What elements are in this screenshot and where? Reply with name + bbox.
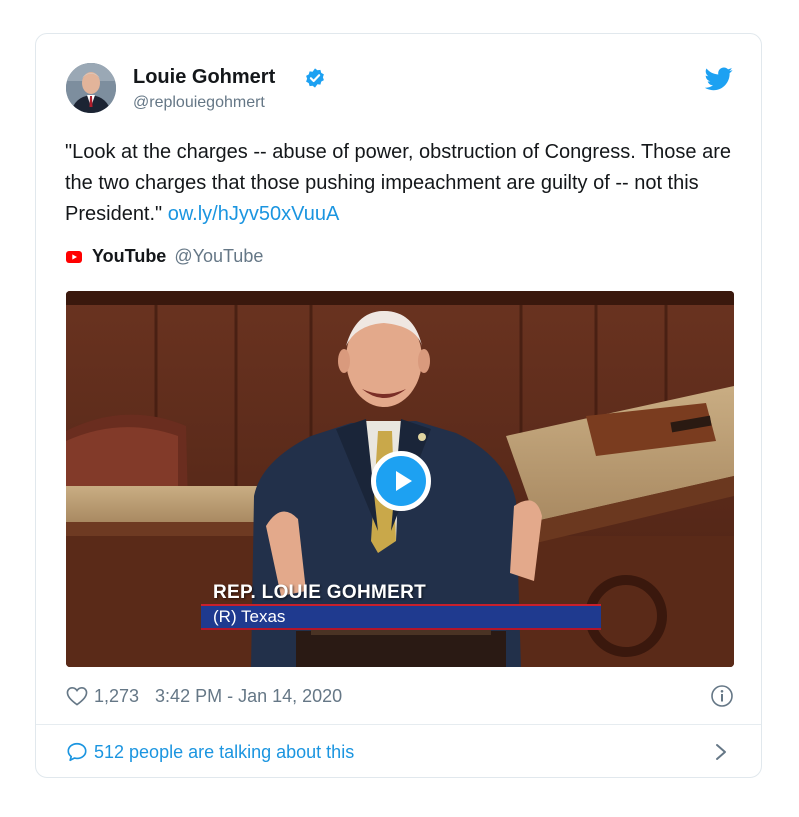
comment-icon	[67, 742, 87, 762]
tweet-meta: 1,273 3:42 PM - Jan 14, 2020	[66, 683, 734, 709]
embedded-tweet-card: Louie Gohmert @replouiegohmert "Look at …	[35, 33, 762, 778]
heart-icon[interactable]	[66, 686, 88, 706]
source-name: YouTube	[92, 246, 167, 266]
youtube-icon	[66, 250, 82, 263]
like-count[interactable]: 1,273	[94, 686, 139, 707]
chevron-right-icon	[716, 744, 726, 760]
play-icon	[396, 471, 412, 491]
tweet-timestamp[interactable]: 3:42 PM - Jan 14, 2020	[155, 686, 342, 707]
play-button[interactable]	[371, 451, 431, 511]
source-handle: @YouTube	[174, 246, 264, 266]
author-handle[interactable]: @replouiegohmert	[133, 94, 265, 112]
talking-count: 512 people are talking about this	[94, 741, 355, 762]
avatar[interactable]	[66, 63, 116, 113]
media-source[interactable]: YouTube @YouTube	[66, 246, 263, 267]
tweet-link[interactable]: ow.ly/hJyv50xVuuA	[168, 203, 340, 225]
conversation-link[interactable]: 512 people are talking about this	[66, 738, 734, 766]
info-icon[interactable]	[710, 684, 734, 708]
twitter-bird-icon[interactable]	[705, 67, 733, 91]
video-player[interactable]: REP. LOUIE GOHMERT (R) Texas	[66, 291, 734, 667]
author-display-name[interactable]: Louie Gohmert	[133, 66, 275, 89]
tweet-body: "Look at the charges -- abuse of power, …	[65, 141, 731, 225]
divider	[36, 724, 761, 725]
avatar-image	[66, 63, 116, 113]
video-chyron-name: REP. LOUIE GOHMERT	[213, 582, 427, 603]
tweet-text: "Look at the charges -- abuse of power, …	[65, 137, 745, 230]
verified-badge-icon	[306, 68, 324, 88]
video-chyron-subtitle: (R) Texas	[213, 607, 286, 626]
